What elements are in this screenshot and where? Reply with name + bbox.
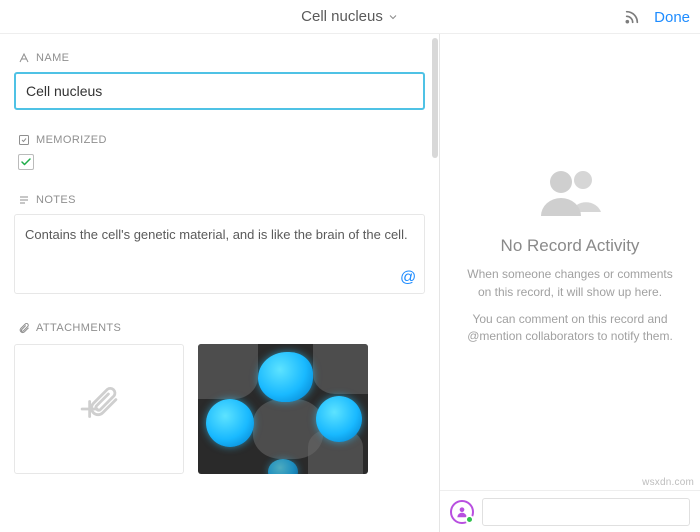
attachments-row xyxy=(14,342,425,474)
notes-content: Contains the cell's genetic material, an… xyxy=(25,227,408,242)
mention-icon[interactable]: @ xyxy=(400,269,416,287)
checkmark-icon xyxy=(20,156,32,168)
attachments-label-text: ATTACHMENTS xyxy=(36,322,121,334)
notes-field-label: NOTES xyxy=(18,194,421,206)
attachment-field-icon xyxy=(18,322,30,334)
notes-label-text: NOTES xyxy=(36,194,76,206)
activity-panel: No Record Activity When someone changes … xyxy=(440,34,700,532)
notes-textarea[interactable]: Contains the cell's genetic material, an… xyxy=(14,214,425,294)
scrollbar-thumb[interactable] xyxy=(432,38,438,158)
header-actions: Done xyxy=(624,0,690,34)
presence-dot-icon xyxy=(465,515,474,524)
chevron-down-icon xyxy=(387,11,399,23)
record-title-dropdown[interactable]: Cell nucleus xyxy=(301,8,399,25)
activity-empty-state: No Record Activity When someone changes … xyxy=(440,34,700,490)
header-bar: Cell nucleus Done xyxy=(0,0,700,34)
body: NAME MEMORIZED NOTES Contains the cell's… xyxy=(0,34,700,532)
form-panel: NAME MEMORIZED NOTES Contains the cell's… xyxy=(0,34,440,532)
memorized-label-text: MEMORIZED xyxy=(36,134,107,146)
avatar[interactable] xyxy=(450,500,474,524)
watermark: wsxdn.com xyxy=(642,477,694,488)
done-button[interactable]: Done xyxy=(654,9,690,26)
notes-field-icon xyxy=(18,194,30,206)
activity-desc-2: You can comment on this record and @ment… xyxy=(466,311,674,346)
people-icon xyxy=(535,168,605,222)
activity-title: No Record Activity xyxy=(501,236,640,256)
name-field-label: NAME xyxy=(18,52,421,64)
memorized-field-label: MEMORIZED xyxy=(18,134,421,146)
checkbox-field-icon xyxy=(18,134,30,146)
attachment-thumbnail[interactable] xyxy=(198,344,368,474)
text-field-icon xyxy=(18,52,30,64)
record-title: Cell nucleus xyxy=(301,8,383,25)
name-input[interactable] xyxy=(14,72,425,110)
activity-desc-1: When someone changes or comments on this… xyxy=(466,266,674,301)
add-attachment-button[interactable] xyxy=(14,344,184,474)
comment-input[interactable] xyxy=(482,498,690,526)
name-label-text: NAME xyxy=(36,52,69,64)
feed-icon[interactable] xyxy=(624,9,640,25)
memorized-checkbox[interactable] xyxy=(18,154,34,170)
comment-bar xyxy=(440,490,700,532)
add-attachment-icon xyxy=(69,379,129,439)
attachments-field-label: ATTACHMENTS xyxy=(18,322,421,334)
